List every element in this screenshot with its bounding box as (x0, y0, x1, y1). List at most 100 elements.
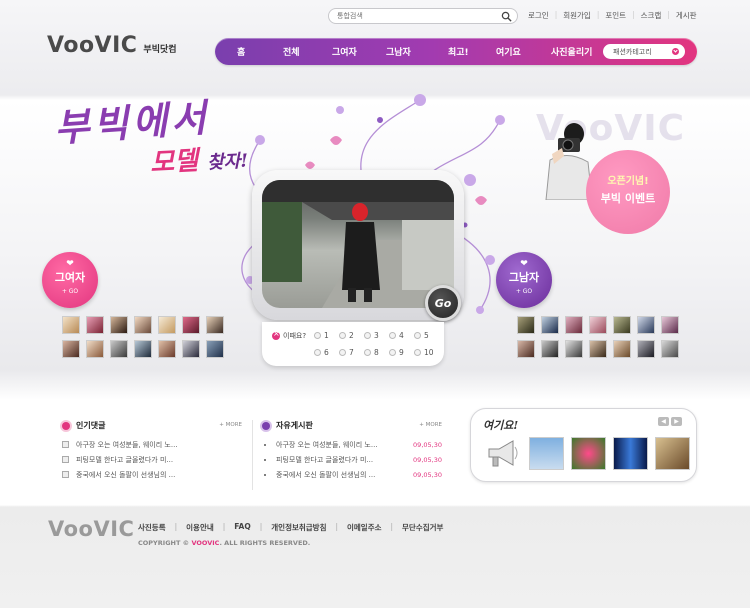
page-radio-2[interactable]: 2 (339, 331, 354, 340)
bullet-icon (264, 459, 266, 461)
nav-upload-photo[interactable]: 사진올리기 (551, 45, 592, 58)
list-item[interactable]: 피팅모델 한다고 글올렸다가 미... (62, 455, 242, 470)
post-date: 09,05,30 (413, 441, 442, 449)
list-item[interactable]: 중국에서 오신 돌팔이 선생님의 ... 09,05,30 (262, 470, 442, 485)
page-radio-10[interactable]: 10 (414, 348, 434, 357)
her-thumbnail[interactable] (134, 340, 152, 358)
here-photo[interactable] (655, 437, 690, 470)
him-thumbnail[interactable] (661, 340, 679, 358)
nav-home[interactable]: 홈 (237, 45, 245, 58)
him-thumbnail[interactable] (565, 316, 583, 334)
her-thumbnail[interactable] (62, 316, 80, 334)
footer-link-privacy[interactable]: 개인정보취급방침 (271, 522, 326, 533)
go-button[interactable]: Go (425, 285, 461, 321)
him-thumbnail[interactable] (589, 340, 607, 358)
open-event-button[interactable]: 오픈기념! 부빅 이벤트 (586, 150, 670, 234)
nav-him[interactable]: 그남자 (386, 45, 411, 58)
page-radio-6[interactable]: 6 (314, 348, 329, 357)
footer-link-photo-register[interactable]: 사진등록 (138, 522, 166, 533)
page-radio-4[interactable]: 4 (389, 331, 404, 340)
footer-link-guide[interactable]: 이용안내 (186, 522, 214, 533)
him-thumbnail[interactable] (541, 316, 559, 334)
nav-here[interactable]: 여기요 (496, 45, 521, 58)
site-logo[interactable]: VooVIC 부빅닷컴 (47, 33, 177, 58)
separator: | (335, 522, 338, 531)
chevron-down-icon (672, 48, 679, 55)
prev-arrow-icon[interactable]: ◀ (658, 417, 669, 426)
him-badge-button[interactable]: ❤ 그남자 + GO (496, 252, 552, 308)
list-item[interactable]: 아구장 오는 여성분들, 웨이리 노... (62, 440, 242, 455)
search-box (328, 8, 518, 24)
her-thumbnail[interactable] (110, 316, 128, 334)
board-title: 인기댓글 (76, 421, 106, 430)
here-photo[interactable] (529, 437, 564, 470)
nav-best[interactable]: 최고! (448, 45, 469, 58)
list-item[interactable]: 아구장 오는 여성분들, 웨이리 노... 09,05,30 (262, 440, 442, 455)
him-thumbnail[interactable] (637, 316, 655, 334)
her-thumbnail[interactable] (158, 316, 176, 334)
him-thumbnail[interactable] (661, 316, 679, 334)
her-thumbnail[interactable] (158, 340, 176, 358)
here-photo[interactable] (571, 437, 606, 470)
pager-label-text: 이때요? (283, 332, 307, 340)
him-thumbnail[interactable] (517, 340, 535, 358)
search-icon[interactable] (501, 11, 512, 22)
here-panel-arrows: ◀ ▶ (658, 417, 682, 426)
post-date: 09,05,30 (413, 456, 442, 464)
her-badge-go: + GO (61, 288, 79, 295)
list-item[interactable]: 중국에서 오신 돌팔이 선생님의 ... (62, 470, 242, 485)
him-thumbnail[interactable] (589, 316, 607, 334)
page-radio-5[interactable]: 5 (414, 331, 429, 340)
login-link[interactable]: 로그인 (528, 10, 549, 21)
page-radio-9[interactable]: 9 (389, 348, 404, 357)
her-thumbnail[interactable] (110, 340, 128, 358)
footer-logo[interactable]: VooVIC (48, 517, 134, 541)
him-thumbnail[interactable] (613, 316, 631, 334)
footer-link-faq[interactable]: FAQ (234, 522, 250, 533)
him-thumbnail[interactable] (613, 340, 631, 358)
list-item[interactable]: 피팅모델 한다고 글올렸다가 미... 09,05,30 (262, 455, 442, 470)
him-thumbnail[interactable] (517, 316, 535, 334)
her-thumbnail[interactable] (134, 316, 152, 334)
her-thumbnail[interactable] (182, 316, 200, 334)
her-badge-button[interactable]: ❤ 그여자 + GO (42, 252, 98, 308)
more-button[interactable]: + MORE (419, 422, 442, 428)
page-radio-1[interactable]: 1 (314, 331, 329, 340)
separator: | (554, 10, 558, 19)
separator: | (667, 10, 670, 19)
signup-link[interactable]: 회원가입 (563, 10, 591, 21)
footer-link-email[interactable]: 이메일주소 (347, 522, 382, 533)
separator: | (259, 522, 263, 531)
footer-link-no-collect[interactable]: 무단수집거부 (402, 522, 443, 533)
board-link[interactable]: 게시판 (676, 10, 697, 21)
him-badge-go: + GO (515, 288, 533, 295)
him-thumbnail[interactable] (541, 340, 559, 358)
page: 로그인 | 회원가입 | 포인트 | 스크랩 | 게시판 VooVIC 부빅닷컴 홈 전… (0, 0, 750, 608)
search-input[interactable] (337, 10, 497, 22)
her-thumbnail[interactable] (206, 316, 224, 334)
him-thumbnail[interactable] (637, 340, 655, 358)
here-photo[interactable] (613, 437, 648, 470)
him-thumbnail[interactable] (565, 340, 583, 358)
logo-wordmark: VooVIC (47, 33, 138, 58)
page-radio-8[interactable]: 8 (364, 348, 379, 357)
next-arrow-icon[interactable]: ▶ (671, 417, 682, 426)
more-button[interactable]: + MORE (219, 422, 242, 428)
her-thumbnail[interactable] (86, 316, 104, 334)
heart-icon: ❤ (66, 259, 74, 269)
her-badge-title: 그여자 (54, 271, 86, 284)
pager-label: 이때요? (272, 329, 307, 341)
page-radio-7[interactable]: 7 (339, 348, 354, 357)
her-thumbnail[interactable] (182, 340, 200, 358)
scrap-link[interactable]: 스크랩 (641, 10, 662, 21)
her-thumbnail[interactable] (62, 340, 80, 358)
nav-her[interactable]: 그여자 (332, 45, 357, 58)
hero-photo[interactable] (262, 180, 454, 308)
her-thumbnail[interactable] (206, 340, 224, 358)
her-thumbnail[interactable] (86, 340, 104, 358)
page-radio-3[interactable]: 3 (364, 331, 379, 340)
points-link[interactable]: 포인트 (605, 10, 626, 21)
hero-subtitle-main: 모델 (149, 146, 199, 179)
nav-all[interactable]: 전체 (283, 45, 300, 58)
fashion-category-select[interactable]: 패션카테고리 (603, 44, 685, 59)
